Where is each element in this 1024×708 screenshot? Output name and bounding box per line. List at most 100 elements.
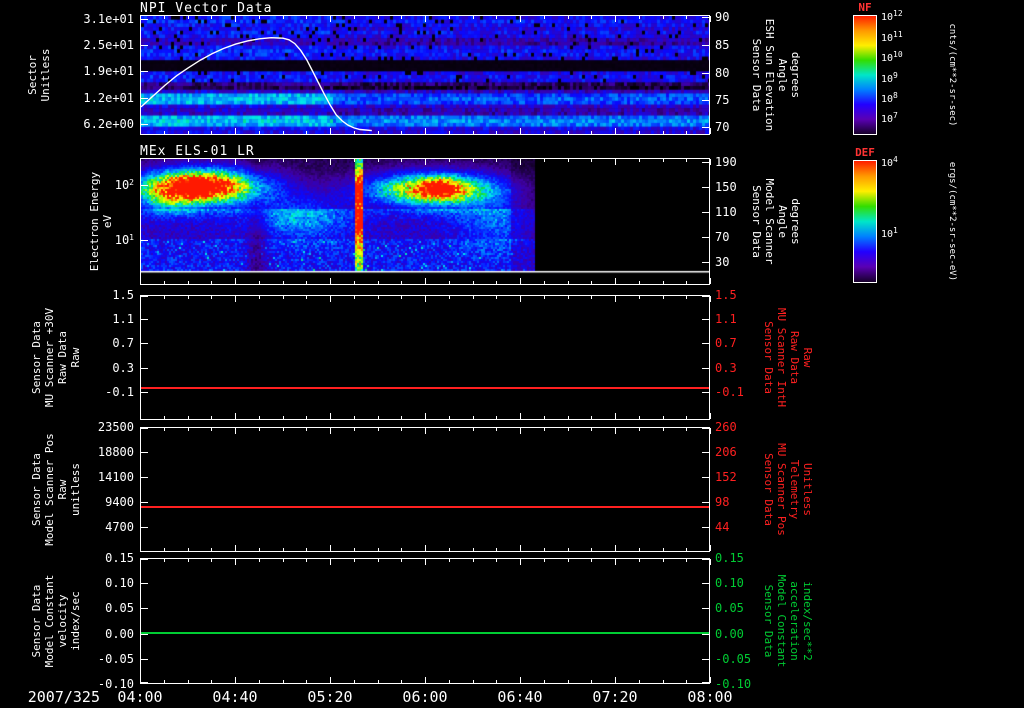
axis-tick-mark <box>639 131 640 134</box>
axis-tick-mark <box>710 16 711 22</box>
axis-tick-mark <box>591 680 592 683</box>
colorbar-nf-tick-label: 1011 <box>881 29 903 44</box>
axis-tick-mark <box>449 416 450 419</box>
axis-tick-mark <box>330 559 331 565</box>
axis-tick-mark <box>141 124 148 125</box>
axis-tick-mark <box>330 296 331 302</box>
exponent: 11 <box>893 29 903 39</box>
axis-tick-mark <box>686 548 687 551</box>
axis-tick-mark <box>164 296 165 299</box>
axis-tick-mark <box>141 45 148 46</box>
axis-tick-mark <box>639 428 640 431</box>
axis-tick-mark <box>378 16 379 19</box>
axis-tick-mark <box>306 281 307 284</box>
axis-tick-mark <box>401 548 402 551</box>
panel-model-constant-right-tick-label: 0.10 <box>715 576 744 591</box>
axis-tick-mark <box>164 131 165 134</box>
axis-tick-mark <box>702 162 709 163</box>
axis-tick-mark <box>520 159 521 165</box>
axis-tick-mark <box>235 413 236 419</box>
axis-tick-mark <box>164 680 165 683</box>
axis-tick-mark <box>141 240 148 241</box>
panel-scanner-pos-right-tick-label: 260 <box>715 420 737 434</box>
axis-tick-mark <box>544 559 545 562</box>
axis-tick-mark <box>259 296 260 299</box>
axis-tick-mark <box>401 281 402 284</box>
axis-tick-mark <box>710 296 711 302</box>
panel-model-constant-right-tick-label: 0.00 <box>715 626 744 641</box>
axis-tick-mark <box>639 416 640 419</box>
panel-npi-left-tick-label: 3.1e+01 <box>83 11 134 26</box>
axis-tick-mark <box>702 502 709 503</box>
axis-tick-mark <box>211 559 212 562</box>
axis-tick-mark <box>639 16 640 19</box>
axis-tick-mark <box>378 548 379 551</box>
axis-tick-mark <box>235 428 236 434</box>
axis-tick-mark <box>520 278 521 284</box>
axis-tick-mark <box>425 428 426 434</box>
axis-tick-mark <box>520 545 521 551</box>
axis-tick-mark <box>710 559 711 565</box>
panel-scanner-pos-right-tick-label: 44 <box>715 520 730 534</box>
exponent: 1 <box>129 232 134 242</box>
axis-tick-mark <box>686 680 687 683</box>
axis-tick-mark <box>354 416 355 419</box>
axis-tick-mark <box>140 545 141 551</box>
axis-tick-mark <box>568 428 569 431</box>
exponent: 8 <box>893 91 898 100</box>
axis-tick-mark <box>330 16 331 22</box>
exponent: 4 <box>893 154 898 164</box>
exponent: 10 <box>893 50 903 60</box>
axis-tick-mark <box>702 45 709 46</box>
axis-tick-mark <box>615 545 616 551</box>
axis-tick-mark <box>710 278 711 284</box>
axis-tick-mark <box>401 296 402 299</box>
axis-tick-mark <box>520 428 521 434</box>
axis-tick-mark <box>188 281 189 284</box>
axis-tick-mark <box>141 368 148 369</box>
axis-tick-mark <box>702 296 709 297</box>
axis-tick-mark <box>615 677 616 683</box>
axis-tick-mark <box>520 559 521 565</box>
axis-tick-mark <box>401 559 402 562</box>
axis-tick-mark <box>330 677 331 683</box>
axis-tick-mark <box>283 281 284 284</box>
time-tick-label: 06:00 <box>402 688 448 706</box>
axis-tick-mark <box>473 159 474 162</box>
axis-tick-mark <box>702 608 709 609</box>
panel-npi-left-tick-label: 1.9e+01 <box>83 64 134 79</box>
axis-tick-mark <box>473 416 474 419</box>
panel-mu-scanner-raw-right-tick-label: -0.1 <box>715 384 744 399</box>
axis-tick-mark <box>235 128 236 134</box>
panel-els-left-axis-label: Electron Energy eV <box>88 171 114 272</box>
axis-tick-mark <box>401 680 402 683</box>
axis-tick-mark <box>615 16 616 22</box>
axis-tick-mark <box>164 428 165 431</box>
panel-scanner-pos-right-tick-label: 98 <box>715 495 730 509</box>
data-line-scanner-pos <box>141 505 709 508</box>
colorbar-nf-tick-label: 107 <box>881 111 898 126</box>
axis-tick-mark <box>702 187 709 188</box>
data-line-mu-scanner-raw <box>141 387 709 390</box>
panel-mu-scanner-raw-right-tick-label: 1.5 <box>715 288 737 302</box>
axis-tick-mark <box>401 428 402 431</box>
axis-tick-mark <box>259 281 260 284</box>
colorbar-nf-tick-label: 109 <box>881 70 898 85</box>
axis-tick-mark <box>663 559 664 562</box>
time-tick-label: 04:00 <box>117 688 163 706</box>
axis-tick-mark <box>354 131 355 134</box>
axis-tick-mark <box>702 262 709 263</box>
axis-tick-mark <box>425 159 426 165</box>
axis-tick-mark <box>283 428 284 431</box>
panel-npi-title: NPI Vector Data <box>140 1 273 16</box>
panel-npi-right-axis-label: degrees Angle ESH Sun Elevation Sensor D… <box>750 18 802 132</box>
axis-tick-mark <box>473 548 474 551</box>
axis-tick-mark <box>615 159 616 165</box>
axis-tick-mark <box>283 131 284 134</box>
axis-tick-mark <box>235 545 236 551</box>
axis-tick-mark <box>568 281 569 284</box>
axis-tick-mark <box>702 127 709 128</box>
axis-tick-mark <box>141 428 148 429</box>
axis-tick-mark <box>140 278 141 284</box>
axis-tick-mark <box>663 428 664 431</box>
